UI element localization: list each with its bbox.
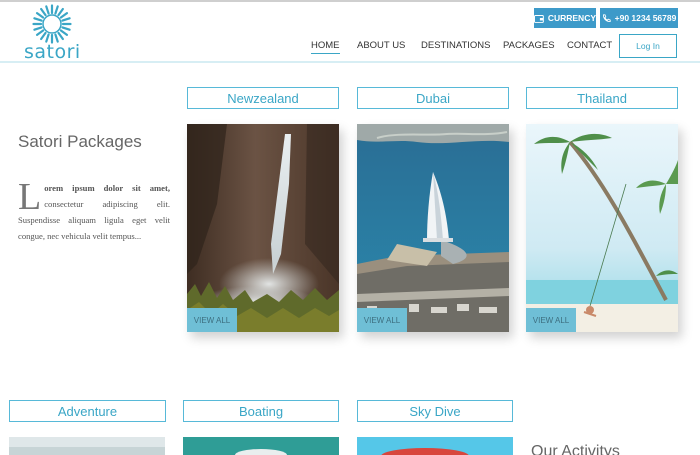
logo-ray <box>33 26 43 31</box>
dropcap: L <box>18 176 42 218</box>
activity-label-adventure[interactable]: Adventure <box>9 400 166 422</box>
wallet-icon <box>534 14 544 23</box>
nav-item-home[interactable]: HOME <box>311 40 340 54</box>
adventure-image <box>9 437 165 455</box>
view-all-button-dubai[interactable]: VIEW ALL <box>357 308 407 332</box>
view-all-button-newzealand[interactable]: VIEW ALL <box>187 308 237 332</box>
logo-ray <box>35 12 45 19</box>
logo-ray <box>57 7 64 17</box>
packages-description: Lorem ipsum dolor sit amet, consectetur … <box>18 176 170 244</box>
dubai-image <box>357 124 509 332</box>
activity-image-sky-dive[interactable] <box>357 437 513 455</box>
site-header: satori CURRENCY +90 1234 56789 HOME ABOU… <box>0 2 700 63</box>
destination-label-thailand[interactable]: Thailand <box>526 87 678 109</box>
logo-text: satori <box>24 41 81 63</box>
nav-item-packages[interactable]: PACKAGES <box>503 40 555 51</box>
phone-icon <box>602 13 611 22</box>
phone-button[interactable]: +90 1234 56789 <box>600 8 678 28</box>
login-button[interactable]: Log In <box>619 34 677 58</box>
boating-image <box>183 437 339 455</box>
activities-title: Our Activitys <box>531 443 620 455</box>
logo-ray <box>35 29 45 36</box>
logo-ray <box>40 31 47 41</box>
logo-ray <box>40 7 47 17</box>
destination-image-newzealand[interactable]: VIEW ALL <box>187 124 339 332</box>
logo-ray <box>45 5 50 15</box>
activity-image-boating[interactable] <box>183 437 339 455</box>
logo-ray <box>59 12 69 19</box>
logo-ray <box>54 5 59 15</box>
activity-label-sky-dive[interactable]: Sky Dive <box>357 400 513 422</box>
waterfall-image <box>187 124 339 332</box>
logo-ray <box>59 29 69 36</box>
currency-button[interactable]: CURRENCY <box>534 8 596 28</box>
packages-title: Satori Packages <box>18 132 142 151</box>
logo-ray <box>33 17 43 22</box>
destination-label-dubai[interactable]: Dubai <box>357 87 509 109</box>
view-all-button-thailand[interactable]: VIEW ALL <box>526 308 576 332</box>
sky-dive-image <box>357 437 513 455</box>
logo[interactable]: satori <box>22 4 84 64</box>
nav-item-contact[interactable]: CONTACT <box>567 40 612 51</box>
activity-image-adventure[interactable] <box>9 437 165 455</box>
description-lead: orem ipsum dolor sit amet, <box>44 183 170 193</box>
activity-label-boating[interactable]: Boating <box>183 400 339 422</box>
nav-item-destinations[interactable]: DESTINATIONS <box>421 40 491 51</box>
nav-item-about-us[interactable]: ABOUT US <box>357 40 405 51</box>
beach-image <box>526 124 678 332</box>
logo-ray <box>61 17 71 22</box>
destination-image-thailand[interactable]: VIEW ALL <box>526 124 678 332</box>
logo-ray <box>57 31 64 41</box>
destination-image-dubai[interactable]: VIEW ALL <box>357 124 509 332</box>
destination-label-newzealand[interactable]: Newzealand <box>187 87 339 109</box>
logo-ray <box>61 26 71 31</box>
phone-label: +90 1234 56789 <box>614 13 677 23</box>
sun-logo-icon <box>32 4 72 44</box>
currency-label: CURRENCY <box>547 13 596 23</box>
